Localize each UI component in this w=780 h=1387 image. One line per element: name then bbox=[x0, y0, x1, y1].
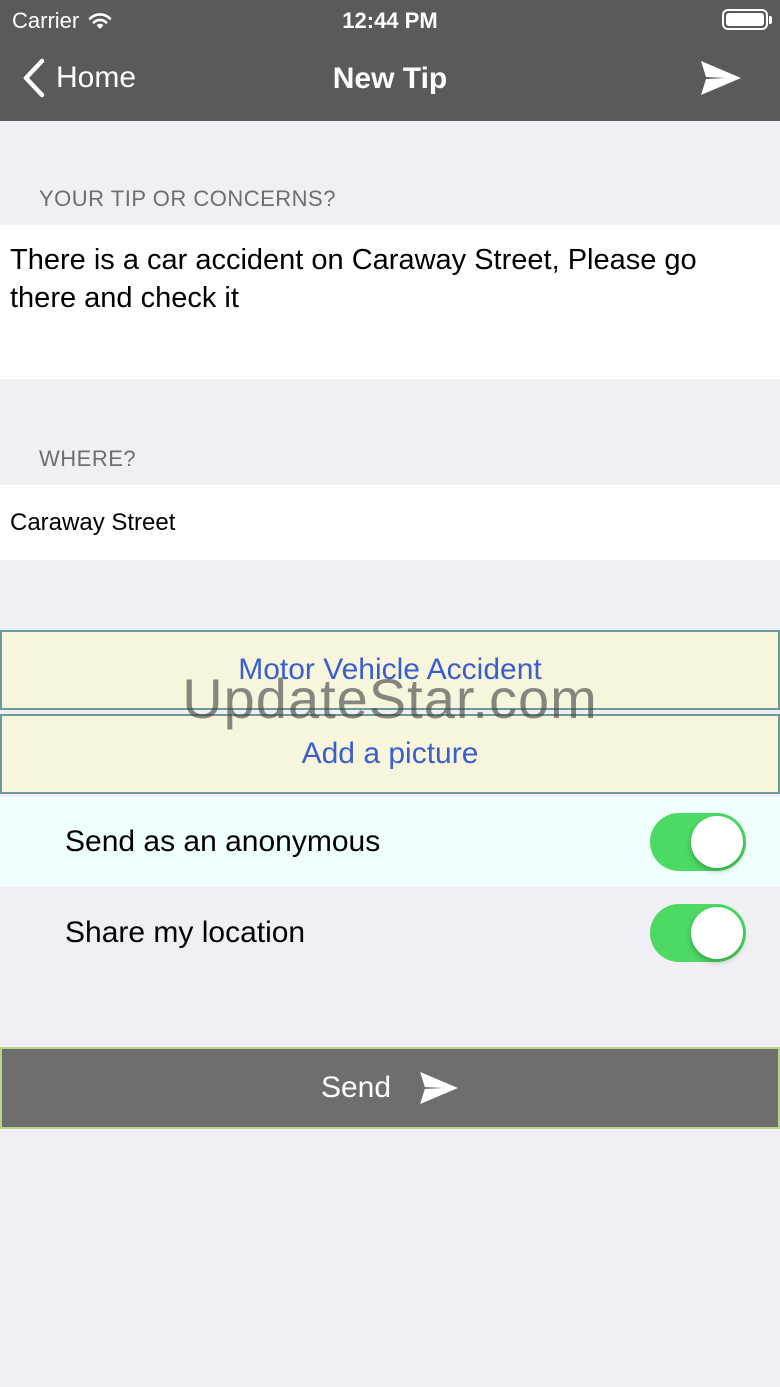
category-button[interactable]: Motor Vehicle Accident bbox=[0, 630, 780, 710]
anonymous-toggle-row: Send as an anonymous bbox=[0, 797, 780, 887]
send-icon bbox=[420, 1071, 458, 1105]
battery-icon bbox=[722, 9, 772, 30]
send-button[interactable]: Send bbox=[0, 1047, 780, 1129]
anonymous-toggle-label: Send as an anonymous bbox=[65, 825, 381, 858]
location-toggle-row: Share my location bbox=[0, 888, 780, 978]
location-toggle-switch[interactable] bbox=[650, 904, 746, 962]
where-input[interactable]: Caraway Street bbox=[0, 485, 780, 560]
status-bar: Carrier 12:44 PM bbox=[0, 0, 780, 40]
anonymous-toggle-switch[interactable] bbox=[650, 813, 746, 871]
add-picture-button[interactable]: Add a picture bbox=[0, 714, 780, 794]
send-icon[interactable] bbox=[700, 60, 742, 96]
page-title: New Tip bbox=[332, 62, 448, 95]
tip-text-area[interactable]: There is a car accident on Caraway Stree… bbox=[0, 225, 780, 379]
send-button-label: Send bbox=[320, 1071, 392, 1104]
category-button-label: Motor Vehicle Accident bbox=[238, 653, 542, 686]
navigation-bar: Carrier 12:44 PM Home New Tip bbox=[0, 0, 780, 121]
clock: 12:44 PM bbox=[342, 8, 438, 33]
location-toggle-label: Share my location bbox=[65, 916, 306, 949]
where-section-label: WHERE? bbox=[39, 446, 137, 471]
add-picture-button-label: Add a picture bbox=[301, 737, 479, 770]
tip-section-label: YOUR TIP OR CONCERNS? bbox=[39, 186, 336, 211]
